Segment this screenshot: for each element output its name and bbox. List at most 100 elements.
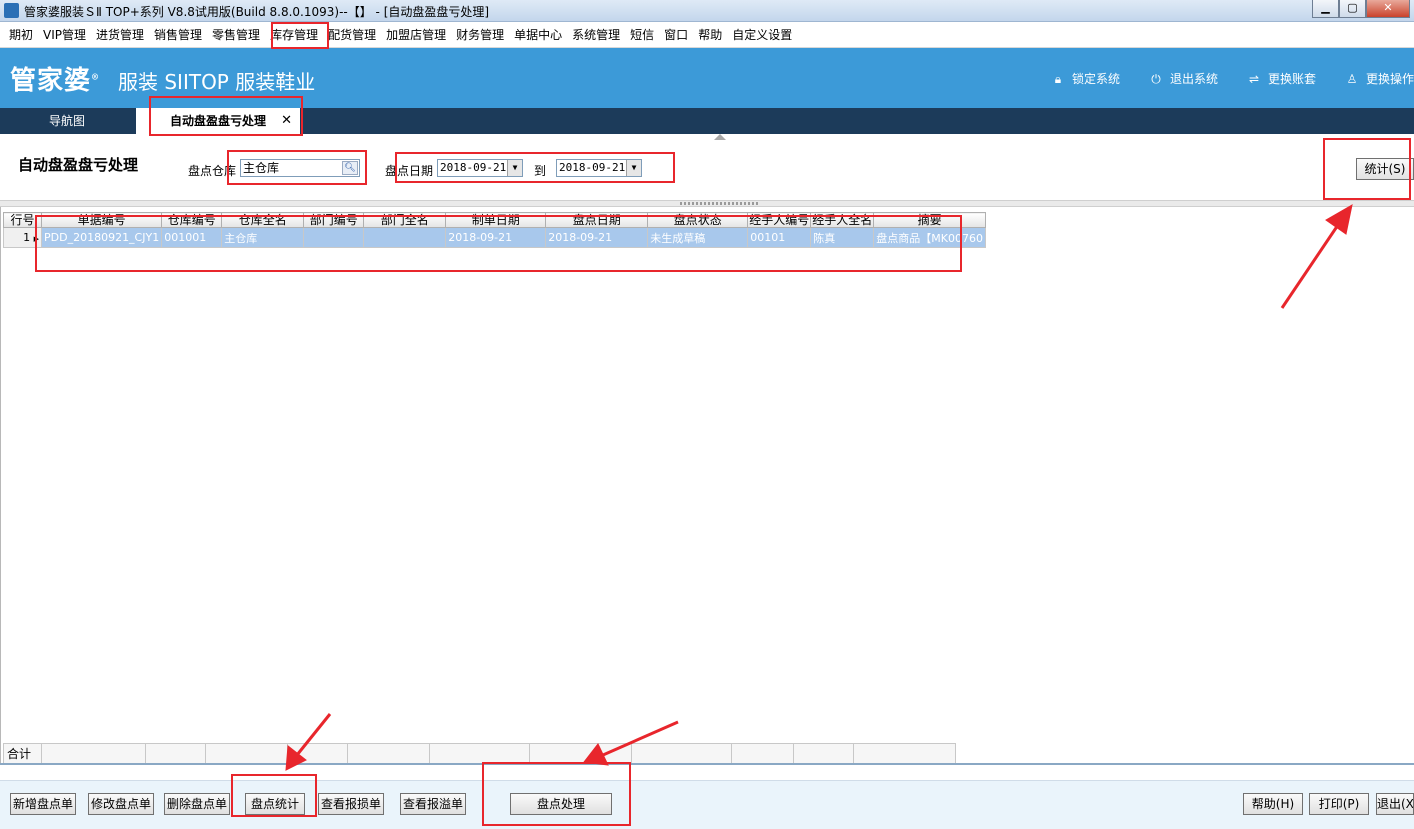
tab-bar: 导航图 自动盘盈盘亏处理 ✕ (0, 108, 1414, 134)
table-header-row: 行号 单据编号 仓库编号 仓库全名 部门编号 部门全名 制单日期 盘点日期 盘点… (3, 212, 986, 228)
search-icon[interactable]: 🔍︎ (342, 161, 358, 175)
table-cell[interactable]: 盘点商品【MK00760 (873, 227, 986, 248)
chevron-down-icon[interactable]: ▼ (507, 160, 522, 176)
statistics-button[interactable]: 统计(S) (1356, 158, 1414, 180)
user-icon: ♙ (1346, 71, 1358, 86)
tab-auto-stocktake[interactable]: 自动盘盈盘亏处理 ✕ (136, 108, 300, 134)
column-header[interactable]: 仓库编号 (161, 212, 223, 228)
product-name: 服装 SIITOP 服装鞋业 (118, 70, 316, 94)
total-cell (529, 743, 632, 764)
menu-item-sms[interactable]: 短信 (625, 22, 659, 48)
status-strip (0, 765, 1414, 781)
warehouse-input[interactable]: 主仓库 🔍︎ (240, 159, 360, 177)
total-cell (429, 743, 530, 764)
maximize-button[interactable]: ▢ (1339, 0, 1366, 18)
table-cell[interactable]: 001001 (161, 227, 223, 248)
menu-item-distribution[interactable]: 配货管理 (323, 22, 381, 48)
collapse-up-icon[interactable] (714, 134, 726, 140)
table-cell[interactable] (303, 227, 365, 248)
menu-item-documents[interactable]: 单据中心 (509, 22, 567, 48)
delete-stocktake-button[interactable]: 删除盘点单 (164, 793, 230, 815)
column-header[interactable]: 单据编号 (40, 212, 163, 228)
lock-system-label: 锁定系统 (1071, 72, 1120, 86)
switch-account-label: 更换账套 (1267, 72, 1316, 86)
help-button[interactable]: 帮助(H) (1243, 793, 1303, 815)
menu-item-inventory[interactable]: 库存管理 (265, 22, 323, 48)
tab-navigation-map[interactable]: 导航图 (0, 108, 134, 134)
column-header[interactable]: 部门编号 (303, 212, 365, 228)
total-cell (145, 743, 206, 764)
menu-item-finance[interactable]: 财务管理 (451, 22, 509, 48)
table-cell[interactable] (363, 227, 447, 248)
stocktake-statistics-button[interactable]: 盘点统计 (245, 793, 305, 815)
table-cell[interactable]: 主仓库 (221, 227, 305, 248)
row-number-cell: 1 ▶ (3, 227, 42, 248)
column-header[interactable]: 盘点状态 (647, 212, 749, 228)
table-cell[interactable]: PDD_20180921_CJY1 (40, 227, 163, 248)
splitter[interactable] (0, 200, 1414, 207)
edit-stocktake-button[interactable]: 修改盘点单 (88, 793, 154, 815)
column-header[interactable]: 制单日期 (445, 212, 547, 228)
exit-system-button[interactable]: ⏻ 退出系统 (1150, 70, 1218, 87)
menu-item-help[interactable]: 帮助 (693, 22, 727, 48)
column-header[interactable]: 经手人编号 (747, 212, 812, 228)
column-header[interactable]: 行号 (3, 212, 42, 228)
new-stocktake-button[interactable]: 新增盘点单 (10, 793, 76, 815)
total-label: 合计 (3, 743, 42, 764)
menu-item-opening[interactable]: 期初 (4, 22, 38, 48)
date-label: 盘点日期 (385, 164, 434, 178)
total-cell (41, 743, 146, 764)
stocktake-table: 行号 单据编号 仓库编号 仓库全名 部门编号 部门全名 制单日期 盘点日期 盘点… (3, 212, 986, 248)
menu-item-franchise[interactable]: 加盟店管理 (381, 22, 451, 48)
date-to-picker[interactable]: 2018-09-21 ▼ (556, 159, 642, 177)
column-header[interactable]: 经手人全名 (810, 212, 875, 228)
lock-icon: 🔒︎ (1054, 71, 1062, 86)
window-title: 管家婆服装ＳⅡ TOP+系列 V8.8试用版(Build 8.8.0.1093)… (24, 5, 490, 19)
table-cell[interactable]: 2018-09-21 (445, 227, 547, 248)
switch-account-button[interactable]: ⇌ 更换账套 (1248, 70, 1316, 87)
view-loss-report-button[interactable]: 查看报损单 (318, 793, 384, 815)
date-to-value: 2018-09-21 (559, 161, 626, 174)
process-stocktake-button[interactable]: 盘点处理 (510, 793, 612, 815)
table-cell[interactable]: 00101 (747, 227, 812, 248)
total-cell (631, 743, 732, 764)
table-cell[interactable]: 未生成草稿 (647, 227, 749, 248)
menu-item-sales[interactable]: 销售管理 (149, 22, 207, 48)
column-header[interactable]: 仓库全名 (221, 212, 305, 228)
menu-item-system[interactable]: 系统管理 (567, 22, 625, 48)
app-banner: 管家婆® 服装 SIITOP 服装鞋业 🔒︎ 锁定系统 ⏻ 退出系统 ⇌ 更换账… (0, 48, 1414, 108)
total-cell (205, 743, 288, 764)
to-label: 到 (534, 164, 547, 178)
menu-item-vip[interactable]: VIP管理 (38, 22, 91, 48)
tab-auto-stocktake-label: 自动盘盈盘亏处理 (169, 114, 266, 128)
brand-logo: 管家婆® (10, 66, 101, 96)
date-from-picker[interactable]: 2018-09-21 ▼ (437, 159, 523, 177)
window-titlebar: 管家婆服装ＳⅡ TOP+系列 V8.8试用版(Build 8.8.0.1093)… (0, 0, 1414, 22)
menu-item-custom[interactable]: 自定义设置 (727, 22, 797, 48)
menu-item-purchase[interactable]: 进货管理 (91, 22, 149, 48)
table-row[interactable]: 1 ▶ PDD_20180921_CJY1 001001 主仓库 2018-09… (3, 227, 986, 248)
banner-actions: 🔒︎ 锁定系统 ⏻ 退出系统 ⇌ 更换账套 ♙ 更换操作 (1052, 70, 1414, 87)
column-header[interactable]: 盘点日期 (545, 212, 649, 228)
stocktake-grid: 行号 单据编号 仓库编号 仓库全名 部门编号 部门全名 制单日期 盘点日期 盘点… (0, 207, 1414, 764)
table-cell[interactable]: 2018-09-21 (545, 227, 649, 248)
lock-system-button[interactable]: 🔒︎ 锁定系统 (1052, 70, 1120, 87)
print-button[interactable]: 打印(P) (1309, 793, 1369, 815)
close-window-button[interactable]: ✕ (1366, 0, 1410, 18)
swap-icon: ⇌ (1248, 71, 1259, 86)
table-cell[interactable]: 陈真 (810, 227, 875, 248)
total-cell (287, 743, 348, 764)
app-icon (4, 3, 19, 18)
menu-item-retail[interactable]: 零售管理 (207, 22, 265, 48)
bottom-toolbar: 新增盘点单 修改盘点单 删除盘点单 盘点统计 查看报损单 查看报溢单 盘点处理 … (0, 763, 1414, 829)
minimize-button[interactable]: ▁ (1312, 0, 1339, 18)
splitter-grip[interactable] (680, 202, 760, 205)
switch-operator-button[interactable]: ♙ 更换操作 (1346, 70, 1414, 87)
column-header[interactable]: 摘要 (873, 212, 986, 228)
column-header[interactable]: 部门全名 (363, 212, 447, 228)
close-icon[interactable]: ✕ (281, 108, 292, 134)
menu-item-window[interactable]: 窗口 (659, 22, 693, 48)
exit-button[interactable]: 退出(X) (1376, 793, 1414, 815)
chevron-down-icon[interactable]: ▼ (626, 160, 641, 176)
view-gain-report-button[interactable]: 查看报溢单 (400, 793, 466, 815)
